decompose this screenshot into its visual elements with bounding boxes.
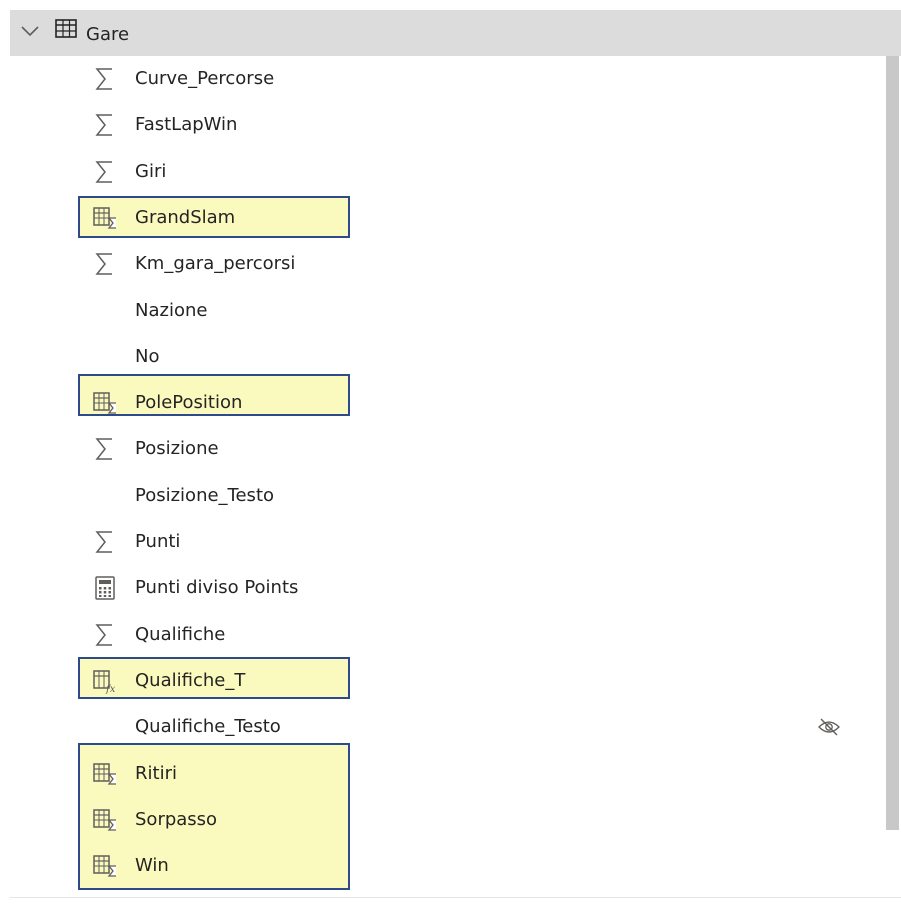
sigma-icon — [92, 159, 118, 185]
field-label: Ritiri — [135, 762, 177, 784]
field-label: GrandSlam — [135, 206, 236, 228]
field-item-nazione[interactable]: Nazione — [0, 288, 880, 334]
table-header-gare[interactable] — [10, 10, 901, 56]
field-label: Punti diviso Points — [135, 577, 299, 599]
field-label: Km_gara_percorsi — [135, 253, 296, 275]
field-label: Curve_Percorse — [135, 68, 275, 89]
measure-table-icon — [92, 761, 118, 787]
sigma-icon — [92, 66, 118, 92]
field-item-ritiri[interactable]: Ritiri — [0, 751, 880, 797]
field-label: Nazione — [135, 299, 208, 321]
field-item-punti[interactable]: Punti — [0, 519, 880, 565]
field-item-km-gara-percorsi[interactable]: Km_gara_percorsi — [0, 241, 880, 287]
field-label: FastLapWin — [135, 114, 238, 136]
field-item-posizione[interactable]: Posizione — [0, 426, 880, 472]
sigma-icon — [92, 436, 118, 462]
field-item-win[interactable]: Win — [0, 843, 880, 889]
scrollbar[interactable] — [886, 56, 899, 830]
measure-fx-icon: fx — [92, 668, 118, 694]
field-item-grandslam[interactable]: GrandSlam — [0, 195, 880, 241]
chevron-down-icon[interactable] — [20, 24, 40, 38]
sigma-icon — [92, 529, 118, 555]
calculator-icon — [92, 575, 118, 601]
field-item-poleposition[interactable]: PolePosition — [0, 380, 880, 426]
field-label: No — [135, 345, 160, 367]
fields-pane: Gare Curve_Percorse FastLapWin Giri GrandSl… — [0, 0, 901, 904]
field-item-curve-percorse[interactable]: Curve_Percorse — [0, 56, 880, 102]
field-item-qualifiche-t[interactable]: fx Qualifiche_T — [0, 658, 880, 704]
sigma-icon — [92, 251, 118, 277]
field-item-qualifiche-testo[interactable]: Qualifiche_Testo — [0, 704, 880, 750]
table-name: Gare — [86, 24, 130, 45]
field-label: Qualifiche_Testo — [135, 716, 281, 738]
field-item-posizione-testo[interactable]: Posizione_Testo — [0, 473, 880, 519]
bottom-divider — [10, 897, 901, 898]
field-item-giri[interactable]: Giri — [0, 149, 880, 195]
field-label: Punti — [135, 531, 181, 552]
measure-table-icon — [92, 853, 118, 879]
field-label: Qualifiche — [135, 623, 226, 645]
measure-table-icon — [92, 807, 118, 833]
field-label: Posizione — [135, 438, 219, 460]
field-label: Sorpasso — [135, 808, 218, 830]
table-icon — [55, 19, 77, 38]
measure-table-icon — [92, 205, 118, 231]
field-item-no[interactable]: No — [0, 334, 880, 380]
field-label: Qualifiche_T — [135, 669, 246, 691]
field-label: Giri — [135, 160, 167, 182]
measure-table-icon — [92, 390, 118, 416]
field-item-qualifiche[interactable]: Qualifiche — [0, 612, 880, 658]
field-label: PolePosition — [135, 392, 243, 414]
field-item-sorpasso[interactable]: Sorpasso — [0, 797, 880, 843]
eye-hidden-icon[interactable] — [816, 716, 842, 738]
field-item-fastlapwin[interactable]: FastLapWin — [0, 102, 880, 148]
sigma-icon — [92, 622, 118, 648]
field-label: Win — [135, 855, 169, 877]
field-item-punti-diviso-points[interactable]: Punti diviso Points — [0, 565, 880, 611]
sigma-icon — [92, 112, 118, 138]
svg-text:fx: fx — [105, 684, 116, 694]
field-label: Posizione_Testo — [135, 484, 275, 506]
